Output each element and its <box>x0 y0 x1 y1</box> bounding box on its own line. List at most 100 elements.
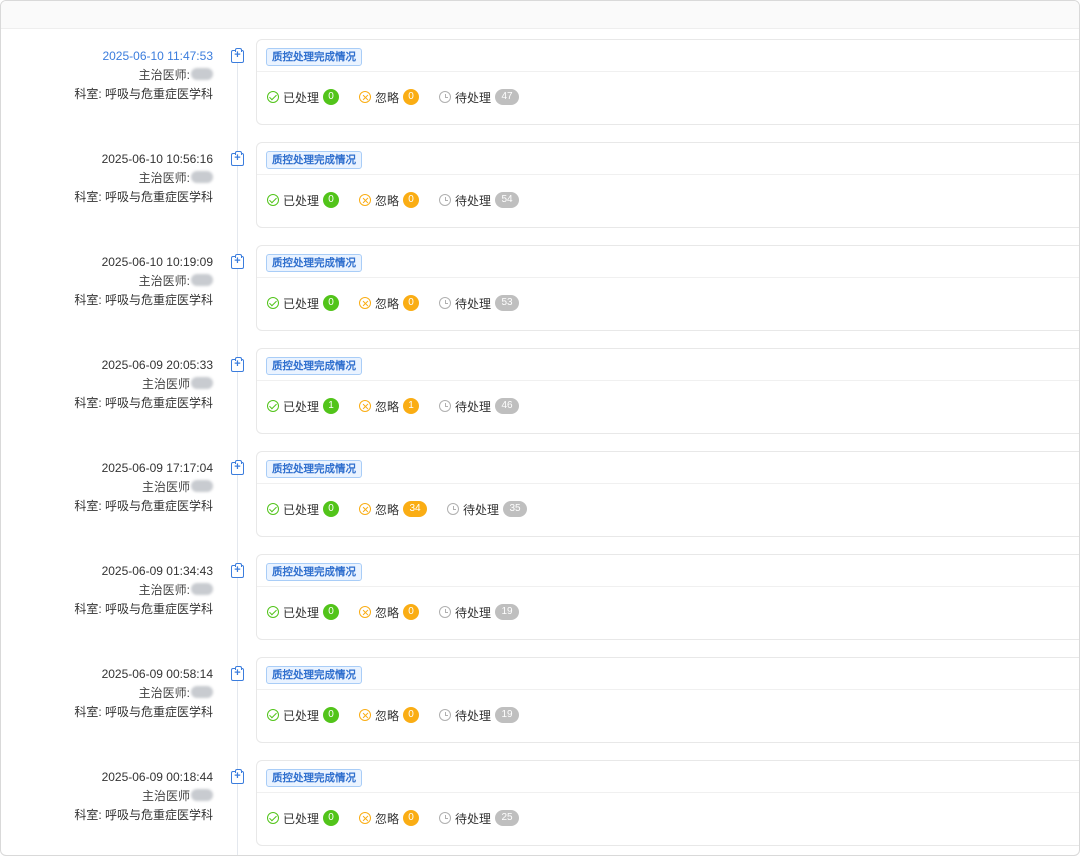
attending-doctor: 主治医师 <box>41 375 213 394</box>
doctor-label: 主治医师: <box>138 171 190 185</box>
entry-meta: 2025-06-10 10:56:16 主治医师: 科室: 呼吸与危重症医学科 <box>41 150 213 207</box>
close-circle-icon <box>359 297 372 309</box>
processed-count: 0 <box>323 501 340 517</box>
entry-time[interactable]: 2025-06-10 11:47:53 <box>41 47 213 66</box>
doctor-label: 主治医师: <box>138 274 190 288</box>
ignored-stat[interactable]: 忽略 0 <box>359 810 420 827</box>
processed-count: 0 <box>323 604 340 620</box>
ignored-stat[interactable]: 忽略 34 <box>359 501 428 518</box>
check-circle-icon <box>267 812 279 824</box>
medical-record-icon <box>231 254 244 269</box>
pending-stat[interactable]: 待处理 47 <box>439 89 520 106</box>
clock-icon <box>439 812 452 824</box>
pending-count: 46 <box>495 398 520 414</box>
pending-label: 待处理 <box>455 399 492 414</box>
check-circle-icon <box>267 400 279 412</box>
entry-time[interactable]: 2025-06-09 17:17:04 <box>41 459 213 478</box>
check-circle-icon <box>267 503 279 515</box>
medical-record-icon <box>231 666 244 681</box>
ignored-label: 忽略 <box>375 193 400 208</box>
timeline-entry: 2025-06-09 00:58:14 主治医师: 科室: 呼吸与危重症医学科 … <box>1 657 1079 769</box>
qc-status-tag: 质控处理完成情况 <box>266 357 362 375</box>
processed-count: 0 <box>323 89 340 105</box>
entry-time[interactable]: 2025-06-10 10:19:09 <box>41 253 213 272</box>
close-circle-icon <box>359 91 372 103</box>
ignored-stat[interactable]: 忽略 0 <box>359 707 420 724</box>
processed-stat[interactable]: 已处理 0 <box>267 501 340 518</box>
processed-stat[interactable]: 已处理 0 <box>267 810 340 827</box>
entry-time[interactable]: 2025-06-09 00:58:14 <box>41 665 213 684</box>
entry-meta: 2025-06-09 20:05:33 主治医师 科室: 呼吸与危重症医学科 <box>41 356 213 413</box>
pending-stat[interactable]: 待处理 53 <box>439 295 520 312</box>
entry-time[interactable]: 2025-06-09 01:34:43 <box>41 562 213 581</box>
department-label: 科室: 呼吸与危重症医学科 <box>74 602 213 616</box>
ignored-label: 忽略 <box>375 399 400 414</box>
entry-time[interactable]: 2025-06-09 20:05:33 <box>41 356 213 375</box>
qc-status-tag: 质控处理完成情况 <box>266 48 362 66</box>
clock-icon <box>439 400 452 412</box>
pending-stat[interactable]: 待处理 35 <box>447 501 528 518</box>
department-label: 科室: 呼吸与危重症医学科 <box>74 705 213 719</box>
clock-icon <box>447 503 460 515</box>
pending-label: 待处理 <box>455 708 492 723</box>
pending-stat[interactable]: 待处理 19 <box>439 604 520 621</box>
pending-stat[interactable]: 待处理 46 <box>439 398 520 415</box>
processed-label: 已处理 <box>283 399 320 414</box>
processed-stat[interactable]: 已处理 0 <box>267 707 340 724</box>
pending-label: 待处理 <box>463 502 500 517</box>
ignored-stat[interactable]: 忽略 0 <box>359 604 420 621</box>
attending-doctor: 主治医师 <box>41 478 213 497</box>
doctor-label: 主治医师 <box>141 789 190 803</box>
entry-meta: 2025-06-09 01:34:43 主治医师: 科室: 呼吸与危重症医学科 <box>41 562 213 619</box>
pending-count: 54 <box>495 192 520 208</box>
ignored-count: 0 <box>403 192 420 208</box>
doctor-label: 主治医师: <box>138 68 190 82</box>
clock-icon <box>439 709 452 721</box>
ignored-stat[interactable]: 忽略 0 <box>359 192 420 209</box>
entry-meta: 2025-06-09 00:58:14 主治医师: 科室: 呼吸与危重症医学科 <box>41 665 213 722</box>
doctor-label: 主治医师 <box>141 480 190 494</box>
check-circle-icon <box>267 297 279 309</box>
pending-count: 35 <box>503 501 528 517</box>
ignored-stat[interactable]: 忽略 0 <box>359 89 420 106</box>
ignored-stat[interactable]: 忽略 1 <box>359 398 420 415</box>
processed-count: 0 <box>323 295 340 311</box>
entry-time[interactable]: 2025-06-09 00:18:44 <box>41 768 213 787</box>
ignored-stat[interactable]: 忽略 0 <box>359 295 420 312</box>
check-circle-icon <box>267 709 279 721</box>
redacted-name <box>191 68 213 80</box>
pending-count: 47 <box>495 89 520 105</box>
medical-record-icon <box>231 48 244 63</box>
timeline-entry: 2025-06-10 11:47:53 主治医师: 科室: 呼吸与危重症医学科 … <box>1 39 1079 151</box>
redacted-name <box>191 480 213 492</box>
doctor-label: 主治医师 <box>141 377 190 391</box>
attending-doctor: 主治医师: <box>41 169 213 188</box>
processed-stat[interactable]: 已处理 0 <box>267 295 340 312</box>
attending-doctor: 主治医师 <box>41 787 213 806</box>
timeline-panel: 2025-06-10 11:47:53 主治医师: 科室: 呼吸与危重症医学科 … <box>0 0 1080 856</box>
redacted-name <box>191 171 213 183</box>
entry-time[interactable]: 2025-06-10 10:56:16 <box>41 150 213 169</box>
processed-label: 已处理 <box>283 193 320 208</box>
processed-stat[interactable]: 已处理 0 <box>267 192 340 209</box>
ignored-label: 忽略 <box>375 811 400 826</box>
processed-stat[interactable]: 已处理 0 <box>267 89 340 106</box>
close-circle-icon <box>359 709 372 721</box>
processed-stat[interactable]: 已处理 0 <box>267 604 340 621</box>
qc-status-tag: 质控处理完成情况 <box>266 460 362 478</box>
medical-record-icon <box>231 563 244 578</box>
pending-stat[interactable]: 待处理 25 <box>439 810 520 827</box>
pending-stat[interactable]: 待处理 54 <box>439 192 520 209</box>
processed-stat[interactable]: 已处理 1 <box>267 398 340 415</box>
attending-doctor: 主治医师: <box>41 684 213 703</box>
clock-icon <box>439 606 452 618</box>
qc-card: 质控处理完成情况 已处理 1 忽略 1 待处理 46 <box>256 348 1079 434</box>
department-label: 科室: 呼吸与危重症医学科 <box>74 190 213 204</box>
attending-doctor: 主治医师: <box>41 272 213 291</box>
clock-icon <box>439 194 452 206</box>
ignored-label: 忽略 <box>375 708 400 723</box>
pending-stat[interactable]: 待处理 19 <box>439 707 520 724</box>
check-circle-icon <box>267 606 279 618</box>
medical-record-icon <box>231 460 244 475</box>
attending-doctor: 主治医师: <box>41 66 213 85</box>
